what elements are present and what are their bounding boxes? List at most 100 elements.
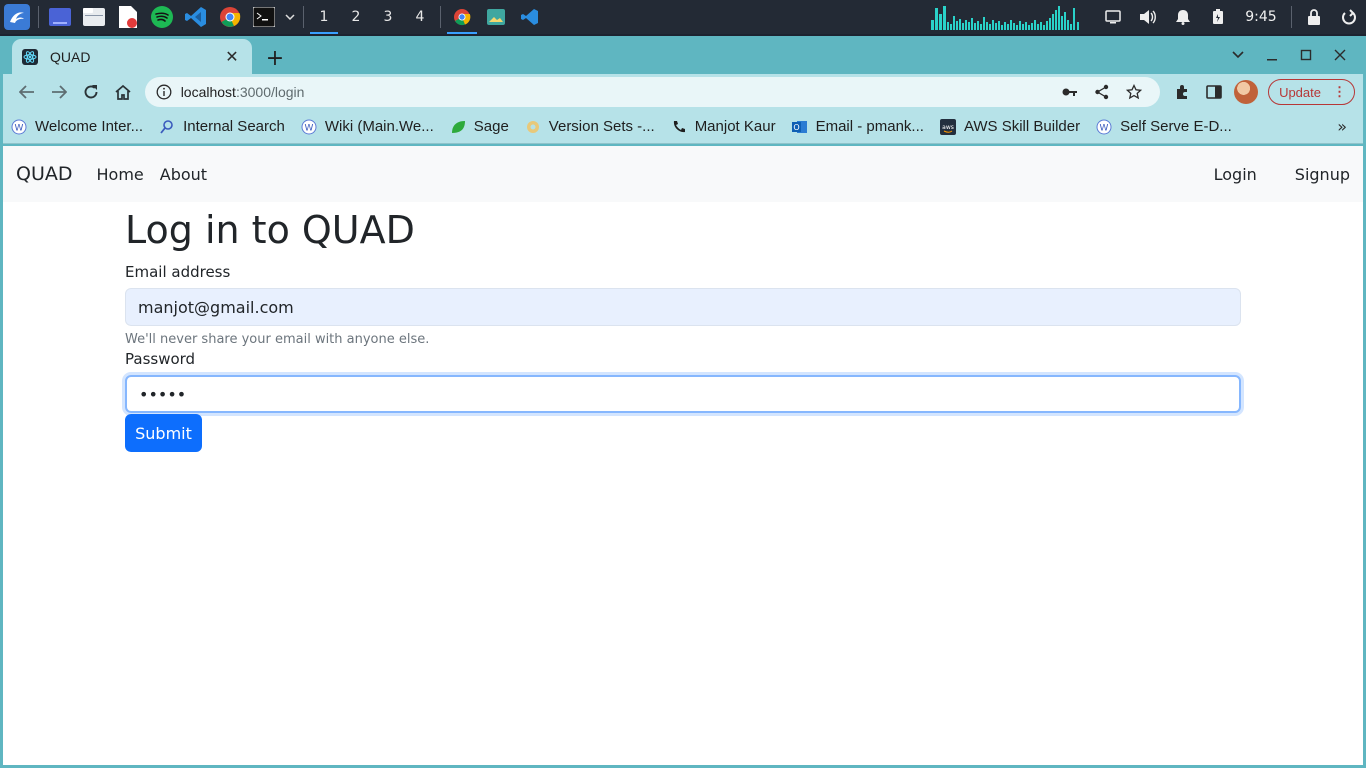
web-page: QUAD Home About Login Signup Log in to Q… — [3, 146, 1363, 765]
terminal-icon[interactable] — [247, 0, 281, 34]
bookmark-item[interactable]: W Wiki (Main.We... — [301, 118, 434, 135]
workspace-2[interactable]: 2 — [340, 0, 372, 34]
address-bar[interactable]: localhost:3000/login — [144, 77, 1161, 107]
tab-search-icon[interactable] — [1221, 42, 1255, 68]
bell-icon[interactable] — [1165, 0, 1200, 34]
svg-text:W: W — [304, 123, 313, 133]
email-field[interactable]: manjot@gmail.com — [125, 288, 1241, 326]
nav-link-about[interactable]: About — [160, 165, 207, 184]
svg-text:aws: aws — [942, 124, 954, 131]
navbar-brand[interactable]: QUAD — [16, 163, 73, 185]
star-icon[interactable] — [1118, 84, 1150, 100]
new-tab-button[interactable]: + — [261, 44, 289, 72]
window-close-icon[interactable] — [1323, 42, 1357, 68]
update-button[interactable]: Update ⋮ — [1268, 79, 1355, 105]
battery-icon[interactable] — [1200, 0, 1235, 34]
wiki-icon: W — [1096, 119, 1112, 135]
app-navbar: QUAD Home About Login Signup — [3, 146, 1363, 202]
bookmark-label: Sage — [473, 118, 509, 135]
workspace-1[interactable]: 1 — [308, 0, 340, 34]
bookmark-item[interactable]: aws AWS Skill Builder — [939, 118, 1081, 135]
minimize-icon[interactable] — [1255, 42, 1289, 68]
share-icon[interactable] — [1086, 84, 1118, 100]
email-label: Email address — [125, 263, 231, 281]
maximize-icon[interactable] — [1289, 42, 1323, 68]
file-manager-icon[interactable] — [77, 0, 111, 34]
forward-button[interactable] — [43, 76, 75, 108]
chevron-double-right-icon[interactable]: » — [1337, 117, 1347, 136]
nav-link-signup[interactable]: Signup — [1295, 165, 1350, 184]
profile-avatar[interactable] — [1230, 76, 1262, 108]
side-panel-icon[interactable] — [1198, 76, 1230, 108]
email-value: manjot@gmail.com — [138, 297, 294, 317]
taskbar-separator — [303, 6, 304, 28]
close-icon[interactable]: ✕ — [222, 47, 242, 66]
bookmark-item[interactable]: Internal Search — [159, 118, 285, 135]
bookmark-item[interactable]: O Email - pmank... — [791, 118, 924, 135]
bookmark-label: Manjot Kaur — [694, 118, 776, 135]
search-icon — [159, 119, 175, 135]
lock-icon[interactable] — [1296, 0, 1331, 34]
power-icon[interactable] — [1331, 0, 1366, 34]
page-title: Log in to QUAD — [125, 208, 415, 252]
leaf-icon — [450, 119, 466, 135]
bookmark-label: Welcome Inter... — [35, 118, 144, 135]
bookmark-label: Self Serve E-D... — [1120, 118, 1232, 135]
clock[interactable]: 9:45 — [1235, 9, 1287, 25]
bookmark-item[interactable]: Version Sets -... — [525, 118, 655, 135]
reload-button[interactable] — [75, 76, 107, 108]
svg-text:O: O — [793, 123, 799, 132]
browser-window: QUAD ✕ + localhost:3000/login Update ⋮ W — [0, 36, 1366, 768]
login-form: Log in to QUAD Email address manjot@gmai… — [125, 202, 1241, 452]
chevron-down-icon[interactable] — [281, 0, 299, 34]
home-button[interactable] — [107, 76, 139, 108]
nav-link-login[interactable]: Login — [1214, 165, 1257, 184]
taskbar-separator — [38, 6, 39, 28]
extensions-icon[interactable] — [1166, 76, 1198, 108]
url-path: :3000/login — [235, 84, 305, 100]
submit-button[interactable]: Submit — [125, 414, 202, 452]
phone-icon — [671, 119, 687, 135]
bookmark-item[interactable]: W Welcome Inter... — [11, 118, 143, 135]
spotify-icon[interactable] — [145, 0, 179, 34]
volume-icon[interactable] — [1130, 0, 1165, 34]
nav-link-home[interactable]: Home — [97, 165, 144, 184]
bookmark-item[interactable]: W Self Serve E-D... — [1096, 118, 1232, 135]
bookmark-label: Wiki (Main.We... — [324, 118, 434, 135]
gear-icon — [525, 119, 541, 135]
password-field[interactable]: ••••• — [125, 375, 1241, 413]
image-viewer-icon[interactable] — [479, 0, 513, 34]
workspace-4[interactable]: 4 — [404, 0, 436, 34]
bookmark-item[interactable]: Sage — [450, 118, 509, 135]
menu-kebab-icon[interactable]: ⋮ — [1333, 84, 1346, 100]
vscode-icon[interactable] — [179, 0, 213, 34]
aws-icon: aws — [939, 118, 956, 135]
desktop-icon[interactable] — [43, 0, 77, 34]
taskbar-separator — [1291, 6, 1292, 28]
vscode-window-icon[interactable] — [513, 0, 547, 34]
bookmark-label: AWS Skill Builder — [963, 118, 1081, 135]
info-icon[interactable] — [155, 83, 173, 101]
text-editor-icon[interactable] — [111, 0, 145, 34]
bookmark-item[interactable]: Manjot Kaur — [671, 118, 776, 135]
wiki-icon: W — [301, 119, 317, 135]
password-value: ••••• — [139, 384, 187, 404]
tab-title: QUAD — [50, 48, 91, 65]
browser-toolbar: localhost:3000/login Update ⋮ — [3, 74, 1363, 110]
app-launcher-icon[interactable] — [0, 0, 34, 34]
key-icon[interactable] — [1054, 87, 1086, 97]
screen-icon[interactable] — [1095, 0, 1130, 34]
cpu-graph-icon — [931, 6, 1079, 30]
back-button[interactable] — [11, 76, 43, 108]
bookmark-label: Email - pmank... — [815, 118, 924, 135]
tab-quad[interactable]: QUAD ✕ — [12, 39, 252, 74]
password-label: Password — [125, 350, 196, 368]
svg-text:W: W — [1100, 123, 1109, 133]
bookmarks-bar: W Welcome Inter... Internal Search W Wiki … — [3, 110, 1363, 144]
chrome-icon[interactable] — [213, 0, 247, 34]
wiki-icon: W — [11, 119, 27, 135]
workspace-3[interactable]: 3 — [372, 0, 404, 34]
url-host: localhost — [180, 84, 236, 100]
chrome-window-icon[interactable] — [445, 0, 479, 34]
taskbar-separator — [440, 6, 441, 28]
